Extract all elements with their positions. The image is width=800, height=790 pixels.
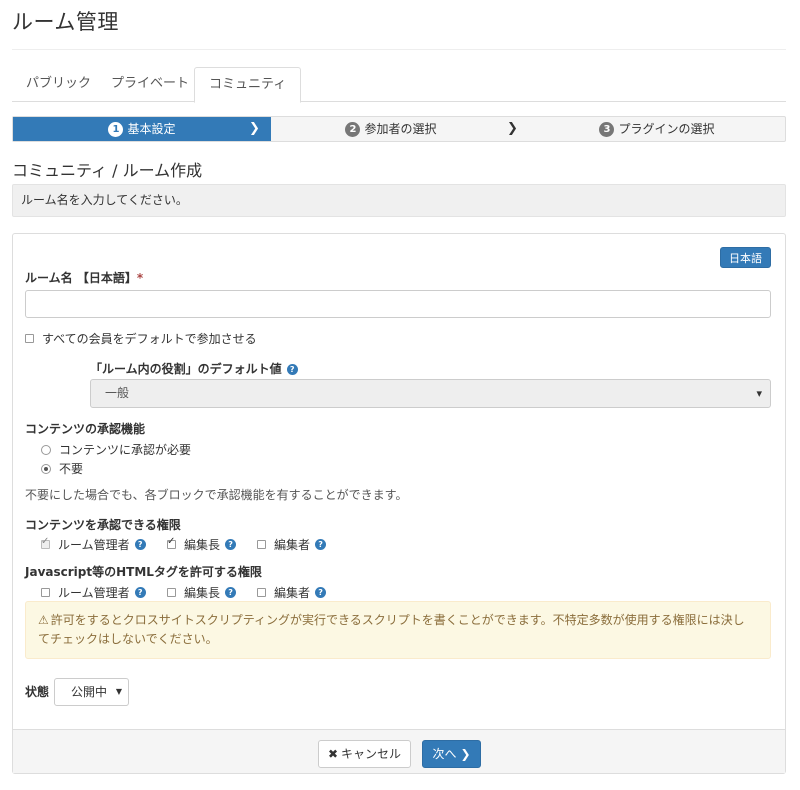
info-message: ルーム名を入力してください。 (12, 184, 786, 217)
html-editor: 編集者? (257, 584, 327, 601)
default-role-label-text: 「ルーム内の役割」のデフォルト値 (90, 362, 282, 376)
room-form-panel: 日本語 ルーム名 【日本語】* すべての会員をデフォルトで参加させる 「ルーム内… (12, 233, 786, 774)
default-role-select[interactable]: 一般 ▾ (90, 379, 771, 408)
approval-option-label: コンテンツに承認が必要 (59, 443, 192, 457)
step-select-members: 2 参加者の選択 (271, 117, 511, 141)
default-join-checkbox[interactable] (25, 334, 34, 343)
cancel-label: キャンセル (341, 747, 402, 761)
default-role-value: 一般 (105, 386, 130, 400)
html-room-admin: ルーム管理者? (41, 584, 146, 601)
html-role-label: 編集者 (274, 586, 311, 600)
caret-down-icon: ▼ (115, 687, 122, 696)
tab-community[interactable]: コミュニティ (194, 67, 302, 103)
step-label: 基本設定 (127, 122, 176, 136)
step-label: 参加者の選択 (364, 122, 437, 136)
cancel-button[interactable]: ✖ キャンセル (318, 740, 411, 768)
step-label: プラグインの選択 (618, 122, 715, 136)
warning-triangle-icon: ⚠ (38, 613, 49, 627)
html-permission-label: Javascript等のHTMLタグを許可する権限 (25, 565, 262, 579)
next-label: 次へ (432, 747, 457, 761)
status-label: 状態 (25, 685, 50, 699)
step-select-plugins: 3 プラグインの選択 (529, 117, 785, 141)
default-role-label: 「ルーム内の役割」のデフォルト値? (90, 360, 298, 377)
question-circle-icon[interactable]: ? (134, 587, 146, 598)
next-button[interactable]: 次へ ❯ (422, 740, 481, 768)
html-chief-editor-checkbox[interactable] (167, 588, 176, 597)
question-circle-icon[interactable]: ? (134, 539, 146, 550)
html-room-admin-checkbox[interactable] (41, 588, 50, 597)
approval-option-none: 不要 (41, 460, 83, 477)
approver-chief-editor-checkbox[interactable] (167, 536, 176, 549)
step-number: 3 (599, 121, 615, 137)
chevron-right-icon: ❯ (460, 747, 471, 761)
language-button[interactable]: 日本語 (720, 247, 771, 268)
approver-room-admin-checkbox[interactable] (41, 536, 50, 549)
room-name-input[interactable] (25, 290, 771, 318)
approver-role-label: ルーム管理者 (58, 538, 130, 552)
room-name-label: ルーム名 【日本語】* (25, 269, 143, 286)
room-name-label-text: ルーム名 【日本語】 (25, 271, 137, 285)
question-circle-icon[interactable]: ? (225, 587, 237, 598)
xss-warning: ⚠ 許可をするとクロスサイトスクリプティングが実行できるスクリプトを書くことができ… (25, 601, 771, 659)
status-value: 公開中 (71, 685, 108, 699)
wizard-steps: 1 基本設定 ❯ 2 参加者の選択 ❯ 3 プラグインの選択 (12, 116, 786, 142)
question-circle-icon[interactable]: ? (315, 539, 327, 550)
warning-text: 許可をするとクロスサイトスクリプティングが実行できるスクリプトを書くことができま… (38, 613, 745, 646)
approver-role-label: 編集者 (274, 538, 311, 552)
tab-public[interactable]: パブリック (12, 67, 105, 102)
page-title: ルーム管理 (12, 10, 119, 34)
approver-role-label: 編集長 (184, 538, 221, 552)
default-join-label: すべての会員をデフォルトで参加させる (42, 332, 257, 346)
close-icon: ✖ (327, 747, 339, 761)
approver-label: コンテンツを承認できる権限 (25, 518, 181, 532)
chevron-right-icon: ❯ (249, 121, 260, 136)
html-role-label: 編集長 (184, 586, 221, 600)
html-chief-editor: 編集長? (167, 584, 237, 601)
approval-help-text: 不要にした場合でも、各ブロックで承認機能を有することができます。 (25, 488, 408, 502)
default-join-row: すべての会員をデフォルトで参加させる (25, 330, 257, 347)
chevron-right-icon: ❯ (507, 121, 518, 136)
title-divider (12, 49, 786, 50)
approval-label: コンテンツの承認機能 (25, 422, 146, 436)
status-select[interactable]: 公開中 ▼ (54, 678, 129, 706)
question-circle-icon[interactable]: ? (286, 364, 298, 375)
approval-none-radio[interactable] (41, 463, 51, 474)
approver-room-admin: ルーム管理者? (41, 536, 146, 553)
required-mark: * (136, 271, 144, 285)
step-number: 1 (108, 121, 124, 137)
room-type-tabs: パブリック プライベート コミュニティ (12, 67, 786, 103)
html-editor-checkbox[interactable] (257, 588, 266, 597)
caret-down-icon: ▾ (756, 387, 762, 400)
question-circle-icon[interactable]: ? (315, 587, 327, 598)
approval-option-required: コンテンツに承認が必要 (41, 441, 191, 458)
approver-editor-checkbox[interactable] (257, 540, 266, 549)
section-heading: コミュニティ / ルーム作成 (12, 161, 203, 180)
step-basic-settings: 1 基本設定 (13, 117, 271, 141)
approval-required-radio[interactable] (41, 444, 51, 455)
html-role-label: ルーム管理者 (58, 586, 130, 600)
question-circle-icon[interactable]: ? (225, 539, 237, 550)
approver-chief-editor: 編集長? (167, 536, 237, 553)
approval-option-label: 不要 (59, 462, 84, 476)
step-number: 2 (345, 121, 361, 137)
approver-editor: 編集者? (257, 536, 327, 553)
tab-private[interactable]: プライベート (97, 67, 203, 102)
